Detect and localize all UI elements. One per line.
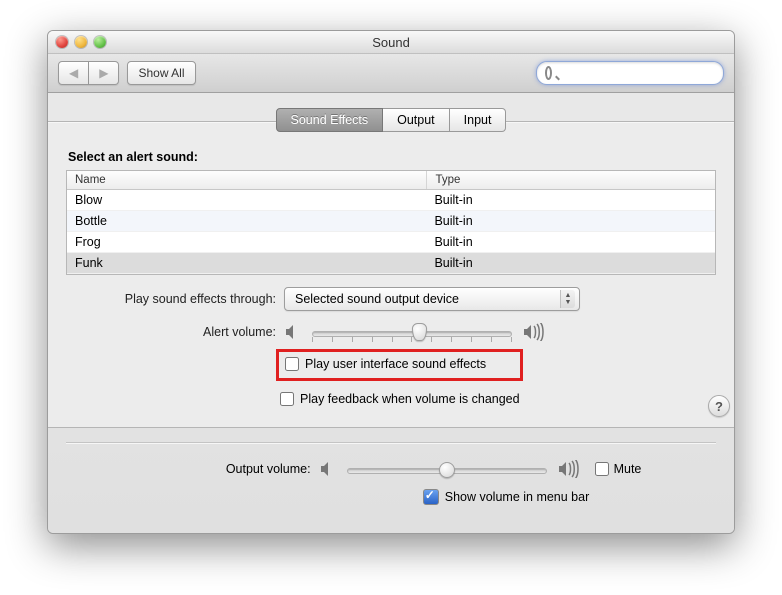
titlebar: Sound [48, 31, 734, 54]
popup-arrows-icon: ▲▼ [560, 290, 575, 308]
tab-group: Sound Effects Output Input [276, 108, 507, 132]
toolbar: ◀ ▶ Show All [48, 54, 734, 93]
select-alert-label: Select an alert sound: [68, 150, 716, 164]
table-row[interactable]: Frog Built-in [67, 232, 715, 253]
help-button[interactable]: ? [708, 395, 730, 417]
ui-sound-effects-checkbox[interactable] [285, 357, 299, 371]
show-volume-menubar-label: Show volume in menu bar [445, 490, 590, 504]
play-through-label: Play sound effects through: [66, 292, 284, 306]
tab-output[interactable]: Output [383, 108, 450, 132]
ui-sound-effects-label: Play user interface sound effects [305, 357, 486, 371]
alert-sounds-table: Name Type Blow Built-in Bottle Built-in … [66, 170, 716, 275]
col-type[interactable]: Type [427, 171, 715, 189]
search-icon [545, 66, 552, 80]
speaker-low-icon [284, 323, 302, 341]
search-field[interactable] [536, 61, 724, 85]
speaker-high-icon [522, 323, 546, 341]
table-row[interactable]: Funk Built-in [67, 253, 715, 274]
show-all-button[interactable]: Show All [127, 61, 195, 85]
speaker-low-icon [319, 460, 337, 478]
divider [66, 442, 716, 443]
window-title: Sound [48, 35, 734, 50]
table-row[interactable]: Bottle Built-in [67, 211, 715, 232]
cell-name: Frog [67, 232, 426, 252]
highlight-box: Play user interface sound effects [276, 349, 523, 381]
search-input[interactable] [556, 65, 715, 81]
cell-name: Bottle [67, 211, 426, 231]
mute-label: Mute [614, 462, 642, 476]
feedback-label: Play feedback when volume is changed [300, 392, 520, 406]
output-volume-label: Output volume: [141, 462, 319, 476]
alert-volume-slider[interactable] [312, 323, 512, 341]
forward-button[interactable]: ▶ [89, 61, 119, 85]
cell-type: Built-in [426, 253, 715, 273]
cell-name: Funk [67, 253, 426, 273]
tab-sound-effects[interactable]: Sound Effects [276, 108, 384, 132]
play-through-popup[interactable]: Selected sound output device ▲▼ [284, 287, 580, 311]
sound-effects-panel: Sound Effects Output Input Select an ale… [47, 121, 735, 428]
cell-type: Built-in [426, 211, 715, 231]
alert-volume-label: Alert volume: [66, 325, 284, 339]
col-name[interactable]: Name [67, 171, 427, 189]
cell-name: Blow [67, 190, 426, 210]
back-button[interactable]: ◀ [58, 61, 89, 85]
output-volume-slider[interactable] [347, 460, 547, 478]
sound-prefs-window: Sound ◀ ▶ Show All Sound Effects Output … [47, 30, 735, 534]
nav-buttons: ◀ ▶ [58, 61, 119, 85]
cell-type: Built-in [426, 232, 715, 252]
feedback-checkbox[interactable] [280, 392, 294, 406]
speaker-high-icon [557, 460, 581, 478]
table-row[interactable]: Blow Built-in [67, 190, 715, 211]
play-through-value: Selected sound output device [295, 292, 459, 306]
show-volume-menubar-checkbox[interactable] [423, 489, 439, 505]
tab-input[interactable]: Input [450, 108, 507, 132]
mute-checkbox[interactable] [595, 462, 609, 476]
cell-type: Built-in [426, 190, 715, 210]
